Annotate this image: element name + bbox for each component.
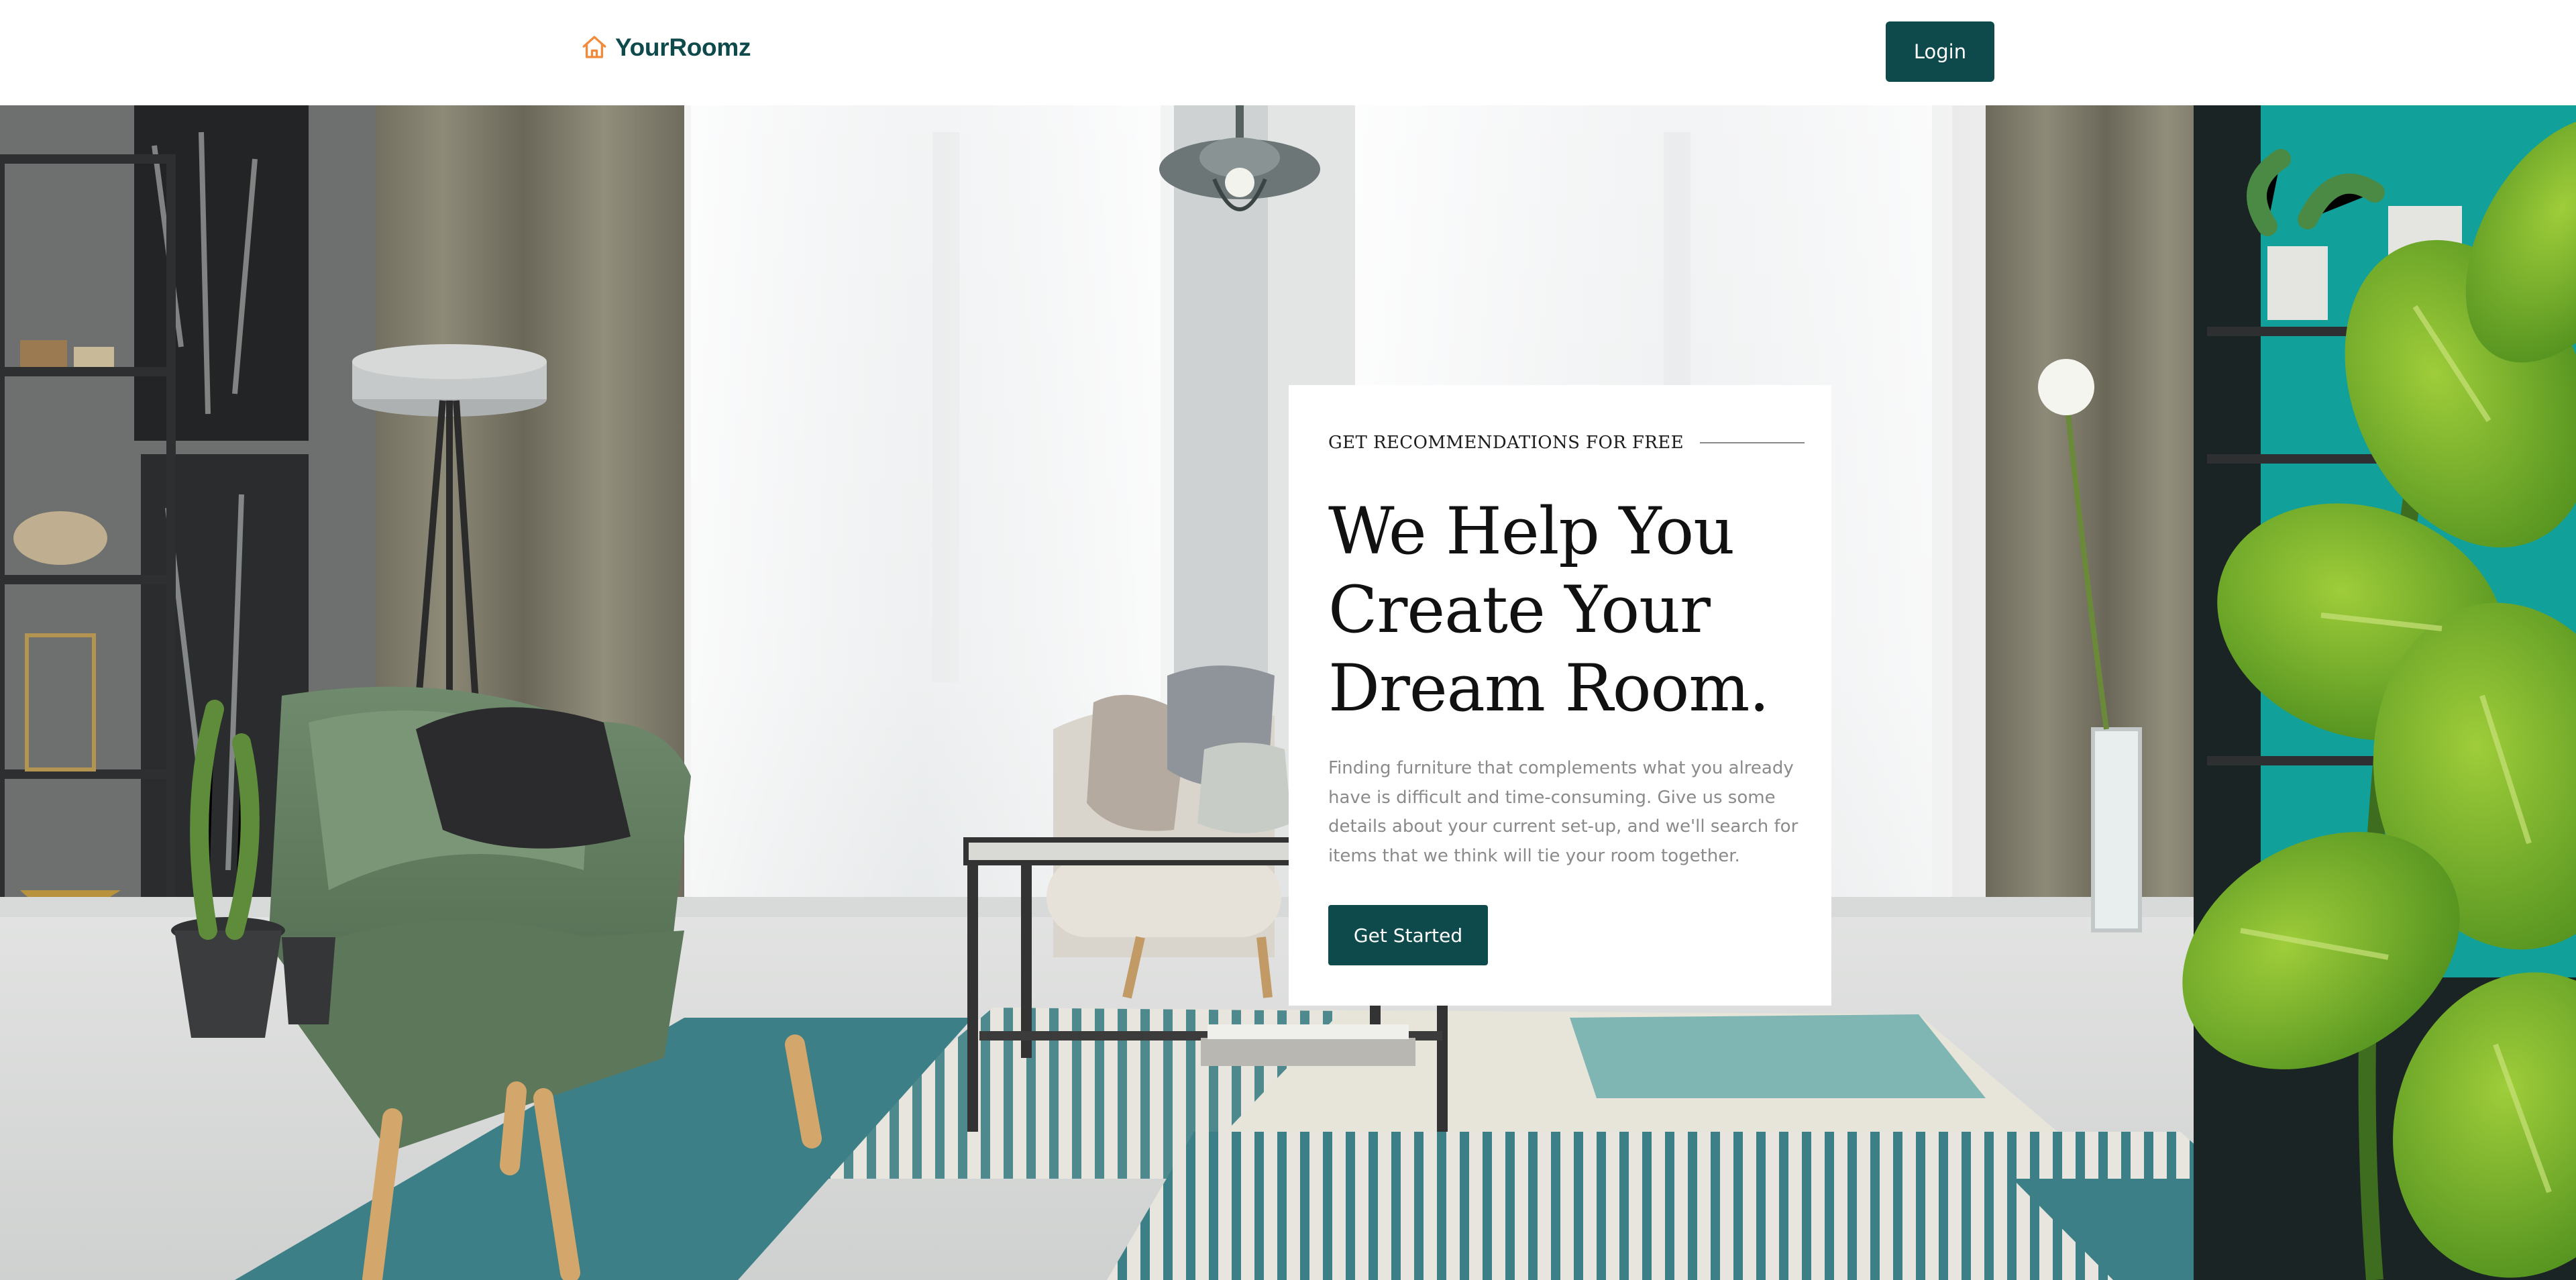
get-started-button[interactable]: Get Started	[1328, 905, 1488, 965]
eyebrow-divider	[1700, 442, 1805, 443]
living-room-photo	[0, 105, 2576, 1280]
brand-name: YourRoomz	[615, 34, 751, 61]
headline-line-3: Dream Room.	[1328, 651, 1770, 726]
hero-section: GET RECOMMENDATIONS FOR FREE We Help You…	[0, 105, 2576, 1280]
top-nav: YourRoomz Login	[0, 0, 2576, 105]
hero-card: GET RECOMMENDATIONS FOR FREE We Help You…	[1289, 385, 1831, 1006]
house-icon	[582, 36, 606, 58]
hero-headline: We Help You Create Your Dream Room.	[1328, 492, 1811, 728]
brand-logo[interactable]: YourRoomz	[580, 32, 751, 63]
headline-line-2: Create Your	[1328, 572, 1711, 647]
eyebrow-text: GET RECOMMENDATIONS FOR FREE	[1328, 433, 1684, 453]
login-button[interactable]: Login	[1886, 21, 1994, 82]
hero-description: Finding furniture that complements what …	[1328, 758, 1799, 866]
headline-line-1: We Help You	[1328, 494, 1735, 569]
eyebrow-row: GET RECOMMENDATIONS FOR FREE	[1328, 429, 1805, 456]
